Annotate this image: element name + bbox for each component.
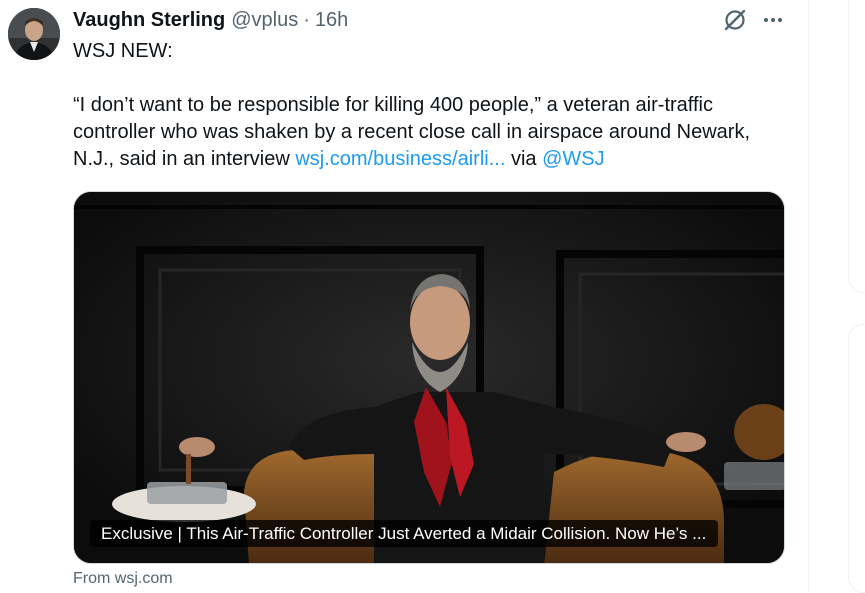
separator-dot: · [303,8,310,31]
tweet-body: “I don’t want to be responsible for kill… [73,92,793,173]
mention-link[interactable]: @WSJ [542,148,605,170]
via-text: via [505,148,543,170]
more-icon[interactable] [760,7,786,33]
tweet[interactable]: Vaughn Sterling @vplus · 16h WSJ NEW: “I… [0,0,808,591]
sidebar-card [848,0,865,293]
sidebar-card-lower [848,324,865,593]
card-title: Exclusive | This Air-Traffic Controller … [90,520,719,547]
card-source[interactable]: From wsj.com [73,570,173,588]
card-image [74,192,784,563]
link-card[interactable]: Exclusive | This Air-Traffic Controller … [73,191,785,564]
author-name[interactable]: Vaughn Sterling [73,9,225,32]
author-handle[interactable]: @vplus [231,9,298,32]
grok-icon[interactable] [722,7,748,33]
timestamp[interactable]: 16h [315,9,348,32]
tweet-header: Vaughn Sterling @vplus · 16h [73,6,348,34]
avatar[interactable] [8,8,60,60]
tweet-headline: WSJ NEW: [73,40,173,62]
column-divider [808,0,809,591]
article-link[interactable]: wsj.com/business/airli... [295,148,505,170]
tweet-text: WSJ NEW: “I don’t want to be responsible… [73,38,793,173]
